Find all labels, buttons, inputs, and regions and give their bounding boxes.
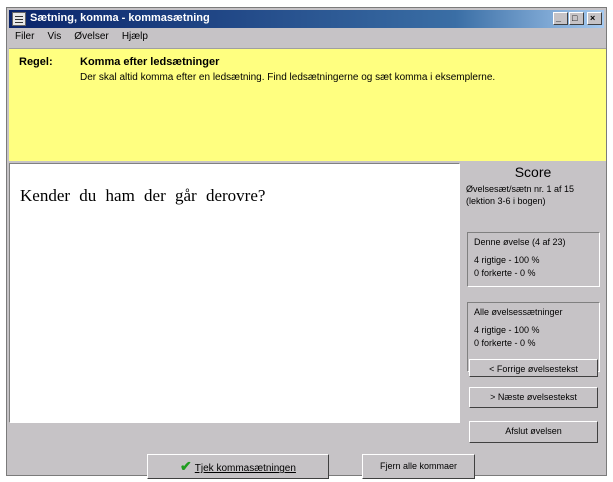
- menu-hjaelp[interactable]: Hjælp: [118, 30, 152, 43]
- check-commas-label: Tjek kommasætningen: [194, 463, 296, 474]
- current-correct: 4 rigtige - 100 %: [474, 255, 540, 265]
- window-controls: _ □ ×: [552, 12, 602, 25]
- current-score-heading: Denne øvelse (4 af 23): [474, 237, 566, 247]
- check-commas-button[interactable]: ✔ Tjek kommasætningen: [147, 454, 329, 479]
- exercise-sentence[interactable]: Kender du ham der går derovre?: [20, 186, 265, 206]
- score-title: Score: [514, 164, 552, 180]
- remove-commas-button[interactable]: Fjern alle kommaer: [362, 454, 475, 479]
- exercise-progress: Øvelsesæt/sætn nr. 1 af 15 (lektion 3-6 …: [466, 183, 574, 207]
- menu-ovelser[interactable]: Øvelser: [70, 30, 112, 43]
- rule-label: Regel:: [19, 56, 53, 68]
- close-button[interactable]: ×: [587, 12, 602, 25]
- next-exercise-button[interactable]: > Næste øvelsestekst: [469, 387, 598, 408]
- rule-panel: Regel: Komma efter ledsætninger Der skal…: [9, 48, 606, 161]
- current-exercise-score: Denne øvelse (4 af 23) 4 rigtige - 100 %…: [467, 232, 600, 287]
- menu-vis[interactable]: Vis: [44, 30, 66, 43]
- end-exercise-button[interactable]: Afslut øvelsen: [469, 421, 598, 443]
- menu-filer[interactable]: Filer: [11, 30, 38, 43]
- rule-title: Komma efter ledsætninger: [80, 56, 220, 68]
- previous-exercise-button[interactable]: < Forrige øvelsestekst: [469, 359, 598, 377]
- window-title: Sætning, komma - kommasætning: [30, 12, 210, 24]
- rule-description: Der skal altid komma efter en ledsætning…: [80, 72, 496, 83]
- close-icon: ×: [590, 13, 596, 23]
- menu-bar: Filer Vis Øvelser Hjælp: [9, 30, 604, 46]
- exercise-area[interactable]: Kender du ham der går derovre?: [9, 163, 460, 423]
- checkmark-icon: ✔: [180, 458, 192, 474]
- maximize-icon: □: [572, 13, 578, 23]
- all-correct: 4 rigtige - 100 %: [474, 325, 540, 335]
- minimize-button[interactable]: _: [553, 12, 568, 25]
- title-bar[interactable]: Sætning, komma - kommasætning _ □ ×: [9, 10, 604, 28]
- app-icon[interactable]: [12, 12, 26, 26]
- all-wrong: 0 forkerte - 0 %: [474, 338, 536, 348]
- current-wrong: 0 forkerte - 0 %: [474, 268, 536, 278]
- lesson-reference: (lektion 3-6 i bogen): [466, 196, 546, 206]
- app-window: Sætning, komma - kommasætning _ □ × Filer …: [6, 7, 607, 479]
- all-score-heading: Alle øvelsessætninger: [474, 307, 563, 317]
- maximize-button[interactable]: □: [569, 12, 584, 25]
- score-panel: Score Øvelsesæt/sætn nr. 1 af 15 (lektio…: [460, 163, 606, 447]
- exercise-number: Øvelsesæt/sætn nr. 1 af 15: [466, 184, 575, 194]
- minimize-icon: _: [556, 13, 562, 23]
